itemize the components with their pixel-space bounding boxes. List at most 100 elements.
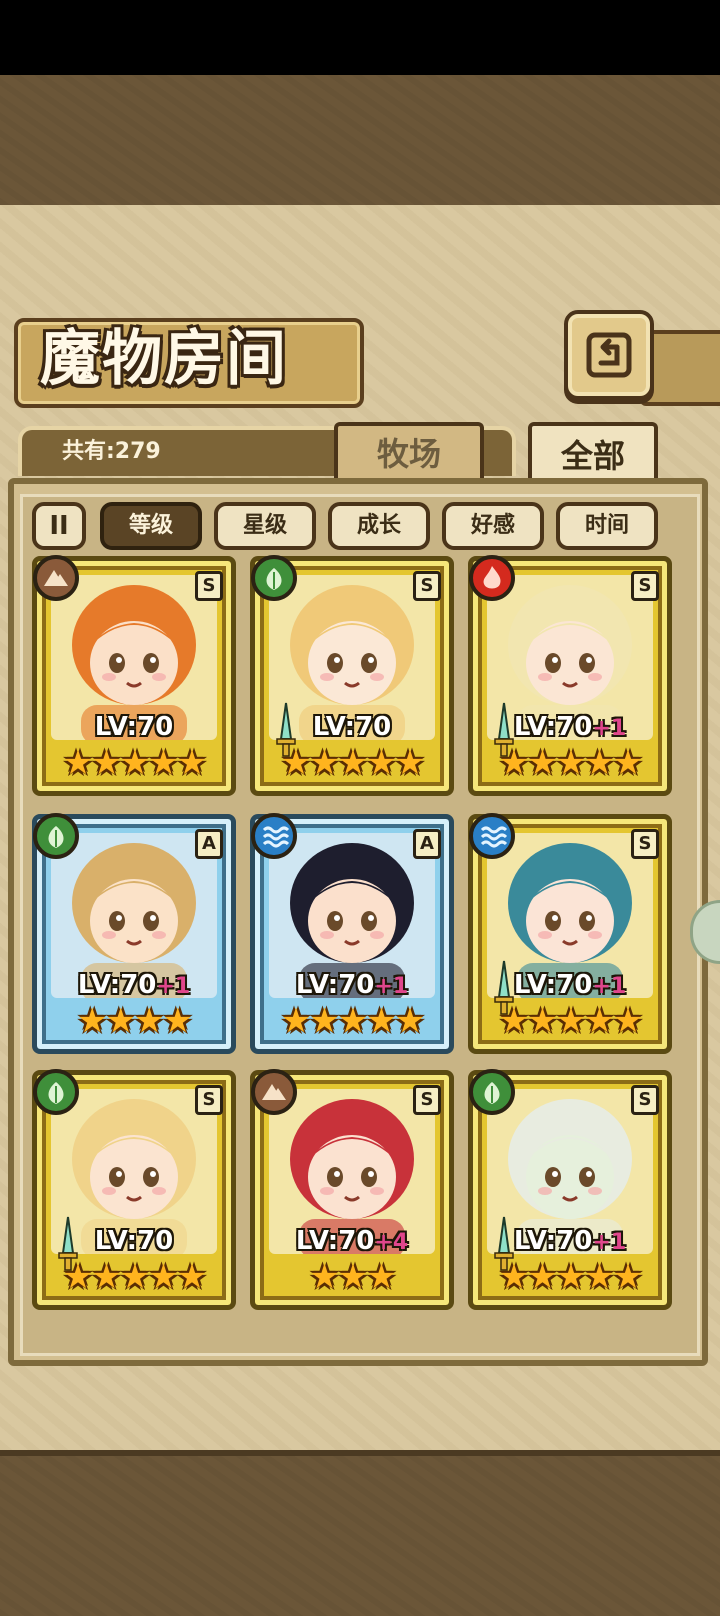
rank-badge: A <box>195 829 223 859</box>
rank-badge: S <box>631 829 659 859</box>
star-icon: ★ <box>309 1001 340 1041</box>
star-icon: ★ <box>527 743 558 783</box>
level-label: LV:70+1 <box>255 967 449 1003</box>
page-title: 魔物房间 <box>40 324 288 394</box>
star-icon: ★ <box>366 1257 397 1297</box>
filter-level[interactable]: 等级 <box>100 502 202 550</box>
star-rating: ★★★★★ <box>37 1257 231 1297</box>
filter-stars[interactable]: 星级 <box>214 502 316 550</box>
enhance-plus: +1 <box>592 974 627 999</box>
level-label: LV:70 <box>37 709 231 745</box>
star-icon: ★ <box>394 743 426 783</box>
star-icon: ★ <box>555 1257 587 1297</box>
level-value: LV:70 <box>295 970 375 1000</box>
star-icon: ★ <box>612 1257 644 1297</box>
star-icon: ★ <box>337 1257 369 1297</box>
star-icon: ★ <box>498 1257 530 1297</box>
star-icon: ★ <box>148 743 179 783</box>
star-rating: ★★★ <box>255 1257 449 1297</box>
star-icon: ★ <box>498 1001 530 1041</box>
level-label: LV:70+1 <box>37 967 231 1003</box>
star-icon: ★ <box>280 743 312 783</box>
monster-card[interactable]: S LV:70 ★★★★★ <box>32 1069 236 1310</box>
star-icon: ★ <box>555 743 587 783</box>
level-label: LV:70 <box>37 1223 231 1259</box>
enhance-plus: +1 <box>592 716 627 741</box>
star-icon: ★ <box>555 1001 587 1041</box>
star-icon: ★ <box>309 1257 340 1297</box>
rank-badge: S <box>631 571 659 601</box>
star-icon: ★ <box>337 743 369 783</box>
monster-card[interactable]: S LV:70+1 ★★★★★ <box>468 813 672 1054</box>
water-element-icon <box>251 813 297 859</box>
star-rating: ★★★★★ <box>473 1001 667 1041</box>
enhance-plus: +1 <box>592 1230 627 1255</box>
star-icon: ★ <box>584 1001 615 1041</box>
tab-ranch[interactable]: 牧场 <box>334 422 484 482</box>
level-value: LV:70 <box>94 1226 174 1256</box>
star-icon: ★ <box>162 1001 193 1041</box>
star-rating: ★★★★★ <box>255 1001 449 1041</box>
monster-card[interactable]: S LV:70+1 ★★★★★ <box>468 555 672 796</box>
star-icon: ★ <box>366 1001 397 1041</box>
rank-badge: S <box>413 1085 441 1115</box>
fire-element-icon <box>469 555 515 601</box>
wind-element-icon <box>33 1069 79 1115</box>
wind-element-icon <box>251 555 297 601</box>
star-icon: ★ <box>134 1001 165 1041</box>
star-rating: ★★★★★ <box>37 743 231 783</box>
monster-card[interactable]: A LV:70+1 ★★★★ <box>32 813 236 1054</box>
rank-badge: S <box>195 571 223 601</box>
filter-affection[interactable]: 好感 <box>442 502 544 550</box>
star-icon: ★ <box>527 1257 558 1297</box>
star-icon: ★ <box>612 743 644 783</box>
star-icon: ★ <box>62 743 94 783</box>
rank-badge: A <box>413 829 441 859</box>
enhance-plus: +1 <box>374 974 409 999</box>
star-icon: ★ <box>527 1001 558 1041</box>
wind-element-icon <box>33 813 79 859</box>
rank-badge: S <box>631 1085 659 1115</box>
star-rating: ★★★★ <box>37 1001 231 1041</box>
star-rating: ★★★★★ <box>473 743 667 783</box>
star-rating: ★★★★★ <box>473 1257 667 1297</box>
enhance-plus: +4 <box>374 1230 409 1255</box>
map-background-top <box>0 75 720 211</box>
star-icon: ★ <box>612 1001 644 1041</box>
star-icon: ★ <box>148 1257 179 1297</box>
level-value: LV:70 <box>513 712 593 742</box>
monster-card[interactable]: A LV:70+1 ★★★★★ <box>250 813 454 1054</box>
rank-badge: S <box>195 1085 223 1115</box>
monster-card[interactable]: S LV:70+4 ★★★ <box>250 1069 454 1310</box>
star-icon: ★ <box>176 743 208 783</box>
monster-count: 共有:279 <box>62 439 161 464</box>
star-icon: ★ <box>119 1257 151 1297</box>
monster-card[interactable]: S LV:70 ★★★★★ <box>32 555 236 796</box>
status-bar-area <box>0 0 720 75</box>
star-icon: ★ <box>337 1001 369 1041</box>
star-icon: ★ <box>105 1001 137 1041</box>
back-button[interactable] <box>564 310 654 400</box>
level-label: LV:70+1 <box>473 709 667 745</box>
level-label: LV:70 <box>255 709 449 745</box>
level-value: LV:70 <box>312 712 392 742</box>
monster-card[interactable]: S LV:70 ★★★★★ <box>250 555 454 796</box>
star-icon: ★ <box>366 743 397 783</box>
level-value: LV:70 <box>513 1226 593 1256</box>
filter-time[interactable]: 时间 <box>556 502 658 550</box>
wind-element-icon <box>469 1069 515 1115</box>
sort-order-toggle[interactable]: II <box>32 502 86 550</box>
level-label: LV:70+1 <box>473 967 667 1003</box>
star-icon: ★ <box>584 743 615 783</box>
earth-element-icon <box>33 555 79 601</box>
star-icon: ★ <box>584 1257 615 1297</box>
star-icon: ★ <box>119 743 151 783</box>
level-value: LV:70 <box>513 970 593 1000</box>
star-rating: ★★★★★ <box>255 743 449 783</box>
level-value: LV:70 <box>77 970 157 1000</box>
earth-element-icon <box>251 1069 297 1115</box>
map-background-bottom <box>0 1450 720 1616</box>
monster-card[interactable]: S LV:70+1 ★★★★★ <box>468 1069 672 1310</box>
filter-growth[interactable]: 成长 <box>328 502 430 550</box>
level-value: LV:70 <box>94 712 174 742</box>
